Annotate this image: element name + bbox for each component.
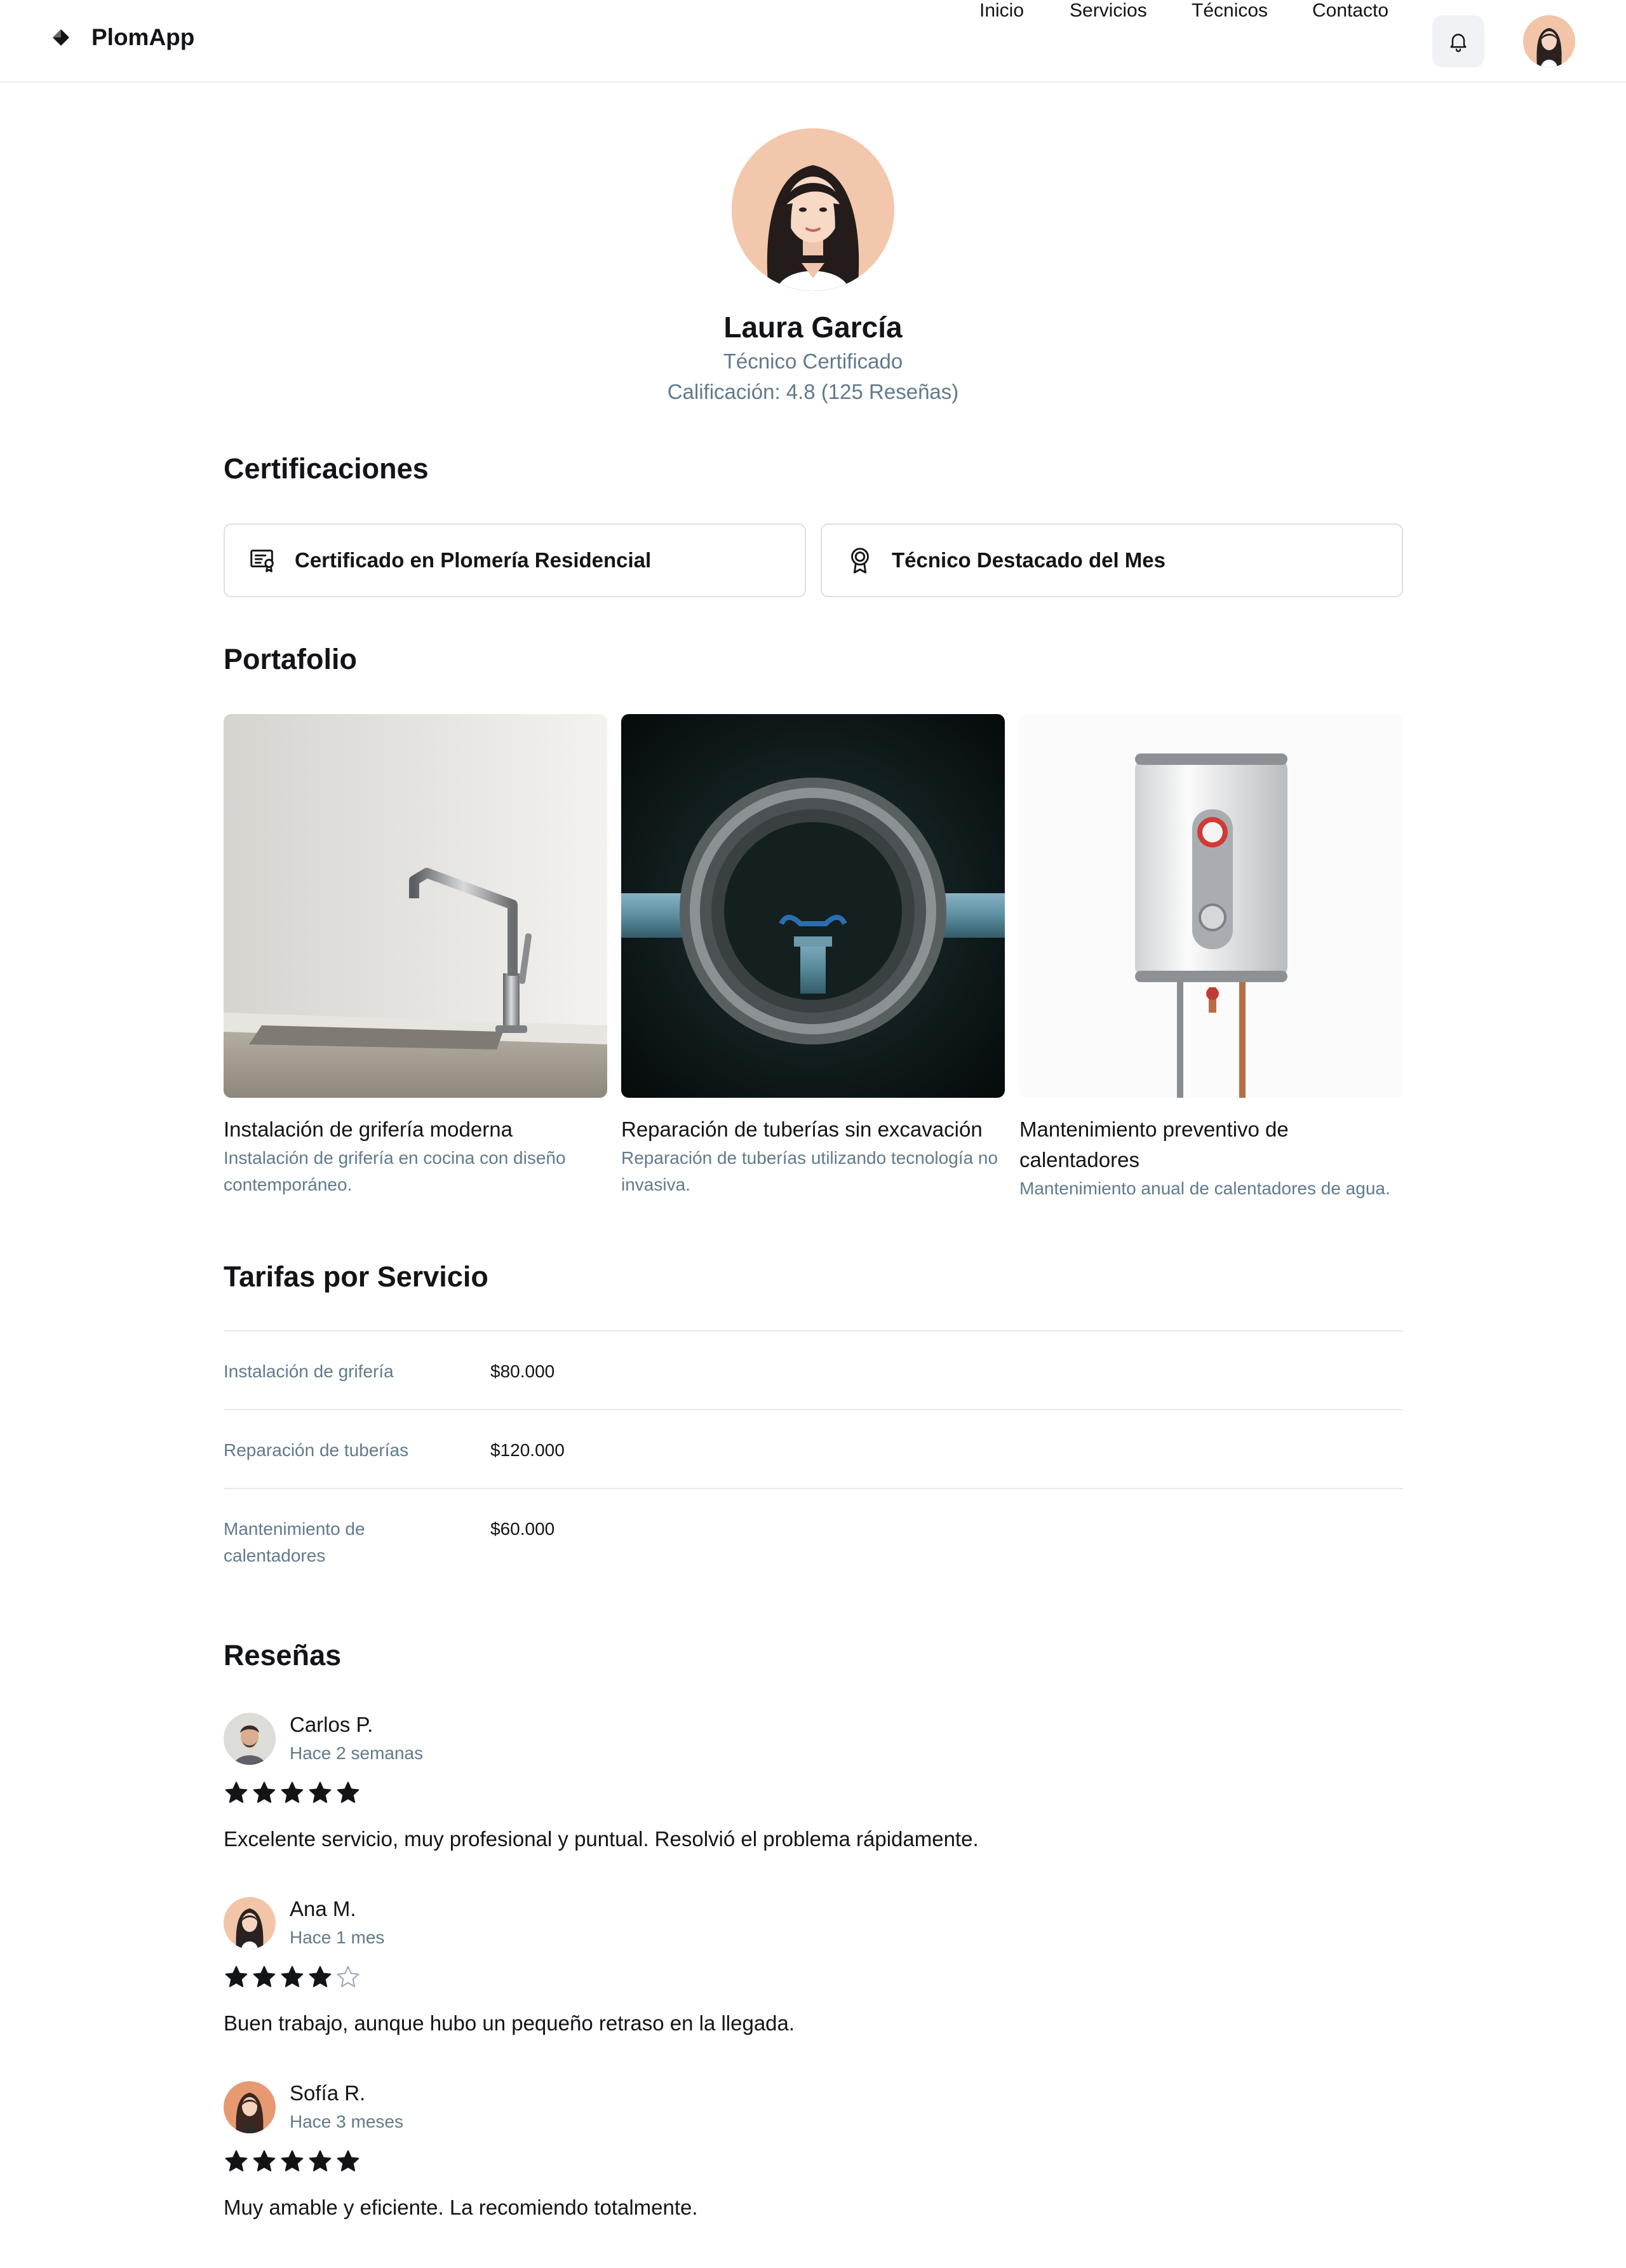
star-filled-icon xyxy=(225,1966,248,1987)
star-filled-icon xyxy=(281,1781,304,1803)
brand[interactable]: PlomApp xyxy=(51,24,194,51)
nav-servicios[interactable]: Servicios xyxy=(1070,0,1147,22)
review-author: Ana M. xyxy=(290,1897,356,1920)
profile-avatar xyxy=(732,128,894,291)
nav-tecnicos[interactable]: Técnicos xyxy=(1192,0,1268,22)
rate-service: Mantenimiento de calentadores xyxy=(224,1519,365,1565)
reviewer-avatar xyxy=(224,2081,276,2133)
review-rating xyxy=(224,1780,361,1806)
rates-table: Instalación de grifería $80.000 Reparaci… xyxy=(224,1330,1403,1593)
review-text: Excelente servicio, muy profesional y pu… xyxy=(224,1827,979,1851)
portfolio-title: Portafolio xyxy=(224,643,357,675)
portfolio-item-title: Instalación de grifería moderna xyxy=(224,1117,513,1141)
faucet-image xyxy=(224,714,607,1098)
portfolio-item-description: Instalación de grifería en cocina con di… xyxy=(224,1148,566,1194)
star-filled-icon xyxy=(225,2150,248,2171)
certification-label: Técnico Destacado del Mes xyxy=(892,548,1166,572)
rate-price: $60.000 xyxy=(490,1519,555,1539)
pipe-image xyxy=(621,714,1005,1098)
review-date: Hace 1 mes xyxy=(290,1927,385,1947)
star-filled-icon xyxy=(253,2150,276,2171)
table-row: Instalación de grifería $80.000 xyxy=(224,1330,1403,1409)
star-filled-icon xyxy=(309,2150,332,2171)
portfolio-item[interactable]: Reparación de tuberías sin excavación Re… xyxy=(621,714,1005,1198)
portfolio-item-title: Mantenimiento preventivo de calentadores xyxy=(1019,1117,1289,1171)
portfolio-item-description: Mantenimiento anual de calentadores de a… xyxy=(1019,1178,1390,1198)
rate-service: Reparación de tuberías xyxy=(224,1440,409,1460)
reviewer-avatar xyxy=(224,1713,276,1765)
rate-price: $120.000 xyxy=(490,1440,565,1460)
rate-price: $80.000 xyxy=(490,1361,555,1381)
profile-role: Técnico Certificado xyxy=(723,349,903,373)
star-empty-icon xyxy=(337,1966,359,1987)
portfolio-item[interactable]: Instalación de grifería moderna Instalac… xyxy=(224,714,607,1198)
top-navbar: PlomApp Inicio Servicios Técnicos Contac… xyxy=(0,0,1626,83)
certification-label: Certificado en Plomería Residencial xyxy=(295,548,652,572)
star-filled-icon xyxy=(309,1781,332,1803)
table-row: Reparación de tuberías $120.000 xyxy=(224,1409,1403,1488)
star-filled-icon xyxy=(281,2150,304,2171)
portfolio-item-description: Reparación de tuberías utilizando tecnol… xyxy=(621,1148,998,1194)
rate-service: Instalación de grifería xyxy=(224,1361,394,1381)
review-author: Carlos P. xyxy=(290,1713,373,1736)
certification-card[interactable]: Técnico Destacado del Mes xyxy=(821,523,1403,597)
certification-card[interactable]: Certificado en Plomería Residencial xyxy=(224,523,806,597)
profile-portrait xyxy=(732,128,894,291)
rates-title: Tarifas por Servicio xyxy=(224,1260,488,1293)
star-filled-icon xyxy=(337,1781,359,1803)
review-date: Hace 2 semanas xyxy=(290,1743,424,1763)
notifications-button[interactable] xyxy=(1432,15,1484,67)
certificate-icon xyxy=(248,545,278,576)
bell-icon xyxy=(1450,34,1467,52)
certifications-title: Certificaciones xyxy=(224,452,429,485)
logo-icon xyxy=(53,29,69,46)
star-filled-icon xyxy=(253,1781,276,1803)
water-heater-image xyxy=(1019,714,1403,1098)
reviews-title: Reseñas xyxy=(224,1639,342,1671)
reviewer-avatar xyxy=(224,1897,276,1949)
star-filled-icon xyxy=(225,1781,248,1803)
brand-name: PlomApp xyxy=(91,24,195,50)
table-row: Mantenimiento de calentadores $60.000 xyxy=(224,1488,1403,1593)
avatar-illustration xyxy=(1523,15,1575,67)
review-rating xyxy=(224,1964,361,1990)
review-date: Hace 3 meses xyxy=(290,2112,403,2131)
review-text: Muy amable y eficiente. La recomiendo to… xyxy=(224,2196,698,2219)
user-avatar[interactable] xyxy=(1523,15,1575,67)
nav-inicio[interactable]: Inicio xyxy=(979,0,1024,22)
review-rating xyxy=(224,2149,361,2174)
profile-name: Laura García xyxy=(723,311,903,344)
profile-rating: Calificación: 4.8 (125 Reseñas) xyxy=(667,380,959,403)
portfolio-item[interactable]: Mantenimiento preventivo de calentadores… xyxy=(1019,714,1403,1202)
star-filled-icon xyxy=(281,1966,304,1987)
star-filled-icon xyxy=(337,2150,359,2171)
portfolio-item-title: Reparación de tuberías sin excavación xyxy=(621,1117,983,1141)
star-filled-icon xyxy=(309,1966,332,1987)
review-text: Buen trabajo, aunque hubo un pequeño ret… xyxy=(224,2011,795,2035)
nav-contacto[interactable]: Contacto xyxy=(1312,0,1388,22)
star-filled-icon xyxy=(253,1966,276,1987)
award-icon xyxy=(845,545,875,576)
review-author: Sofía R. xyxy=(290,2081,366,2105)
